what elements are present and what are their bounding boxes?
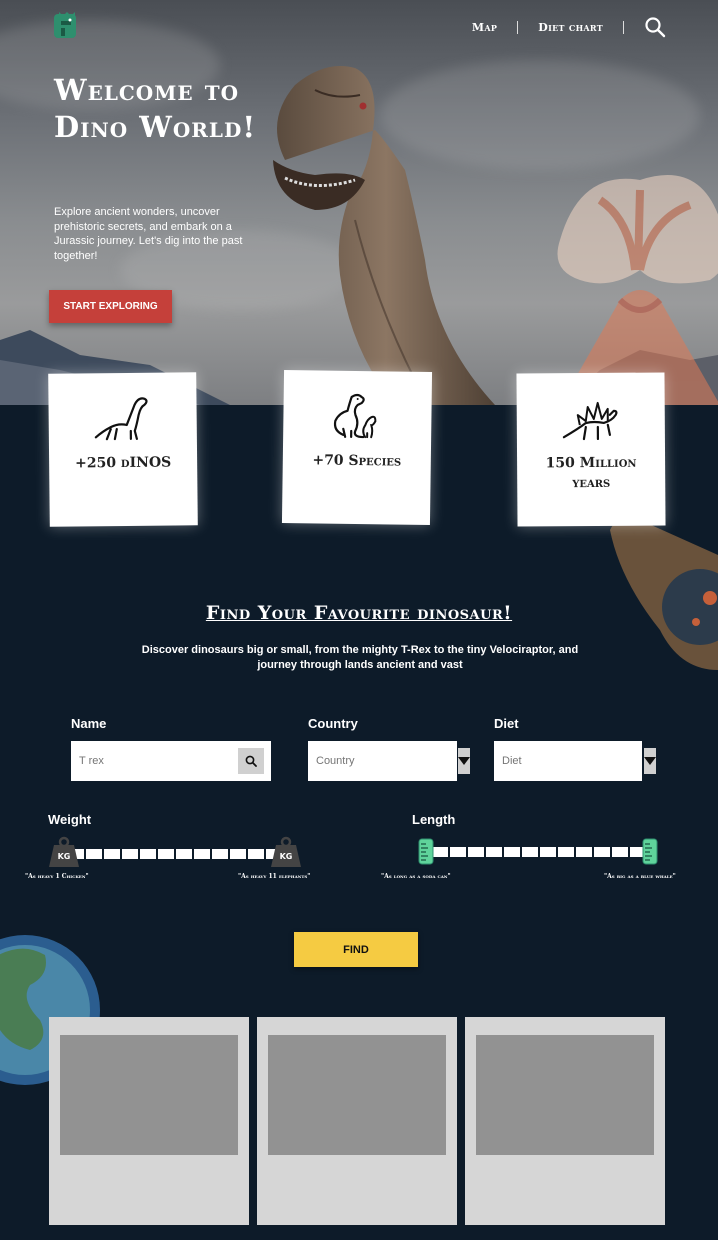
name-input[interactable] <box>71 741 238 781</box>
weight-max-caption: "As heavy 11 elephants" <box>238 873 311 880</box>
diet-dropdown-button[interactable] <box>644 748 656 774</box>
hero-title: Welcome to Dino World! <box>54 73 257 144</box>
country-field-label: Country <box>308 716 358 731</box>
country-select[interactable] <box>308 741 470 781</box>
name-field-label: Name <box>71 716 107 731</box>
stegosaurus-icon <box>562 401 618 441</box>
dino-logo-icon[interactable] <box>52 10 80 40</box>
stat-label: +250 dINOS <box>74 454 172 472</box>
result-card[interactable] <box>257 1017 457 1225</box>
country-input[interactable] <box>308 741 458 781</box>
search-icon <box>245 755 257 767</box>
brachiosaurus-icon <box>94 397 148 441</box>
search-section-description: Discover dinosaurs big or small, from th… <box>141 644 579 671</box>
country-dropdown-button[interactable] <box>458 748 470 774</box>
length-max-caption: "As big as a blue whale" <box>604 873 676 880</box>
nav-divider <box>623 20 624 34</box>
length-max-handle[interactable] <box>642 838 658 865</box>
length-min-handle[interactable] <box>418 838 434 865</box>
name-field <box>71 741 271 781</box>
main-nav: Map Diet chart <box>472 16 666 38</box>
weight-slider-track[interactable] <box>64 849 286 859</box>
diet-input[interactable] <box>494 741 644 781</box>
search-icon[interactable] <box>644 16 666 38</box>
weight-knob-text: KG <box>280 852 293 861</box>
weight-min-caption: "As heavy 1 Chicken" <box>25 873 89 880</box>
hero-section: Map Diet chart Welcome to Dino World! Ex… <box>0 0 718 405</box>
stat-label: 150 Million years <box>545 454 637 492</box>
caret-down-icon <box>644 757 656 765</box>
length-min-caption: "As long as a soda can" <box>381 873 451 880</box>
weight-min-handle[interactable]: KG <box>48 836 80 868</box>
result-image-placeholder <box>60 1035 238 1155</box>
stat-card-dinos: +250 dINOS <box>48 372 198 527</box>
caret-down-icon <box>458 757 470 765</box>
search-section-title: Find Your Favourite dinosaur! <box>205 602 513 624</box>
find-button[interactable]: FIND <box>294 932 418 967</box>
nav-map-link[interactable]: Map <box>472 21 497 34</box>
nav-divider <box>517 20 519 34</box>
result-card[interactable] <box>465 1017 665 1225</box>
start-exploring-button[interactable]: START EXPLORING <box>49 290 172 323</box>
result-card[interactable] <box>49 1017 249 1225</box>
name-search-button[interactable] <box>238 748 264 774</box>
meteor-illustration <box>610 516 718 670</box>
volcano-illustration <box>557 175 718 405</box>
hero-description: Explore ancient wonders, uncover prehist… <box>54 206 243 262</box>
nav-diet-chart-link[interactable]: Diet chart <box>538 21 603 34</box>
stat-card-species: +70 Species <box>281 369 433 526</box>
weight-knob-text: KG <box>58 852 71 861</box>
length-label: Length <box>412 812 456 827</box>
weight-max-handle[interactable]: KG <box>270 836 302 868</box>
stat-card-years: 150 Million years <box>516 372 666 527</box>
dino-family-icon <box>333 393 377 439</box>
result-image-placeholder <box>268 1035 446 1155</box>
diet-field-label: Diet <box>494 716 519 731</box>
result-image-placeholder <box>476 1035 654 1155</box>
diet-select[interactable] <box>494 741 656 781</box>
stat-label: +70 Species <box>312 452 402 470</box>
weight-label: Weight <box>48 812 92 827</box>
length-slider-track[interactable] <box>428 847 650 857</box>
